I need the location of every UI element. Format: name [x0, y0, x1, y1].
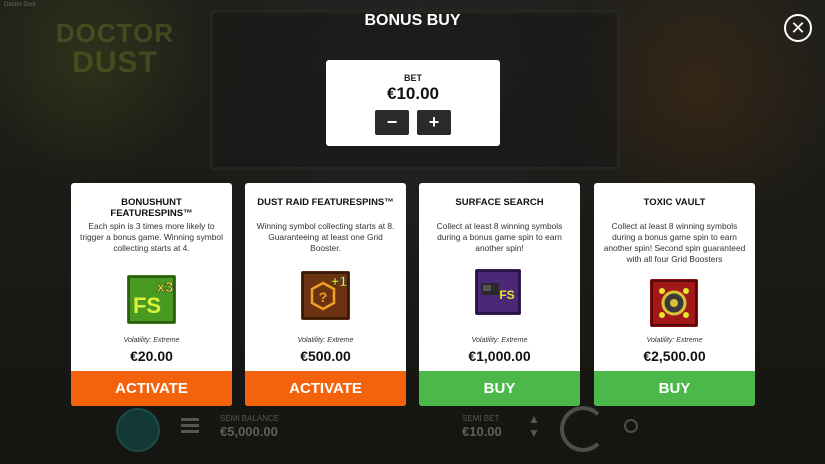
card-price: €500.00 [300, 348, 351, 364]
volatility-label: Volatility: Extreme [646, 337, 703, 344]
close-icon: ✕ [790, 18, 806, 38]
bonus-buy-title: BONUS BUY [364, 12, 461, 29]
bonus-card-bonushunt: BONUSHUNT FEATURESPINS™ Each spin is 3 t… [71, 183, 232, 406]
activate-button[interactable]: ACTIVATE [71, 371, 232, 406]
card-title: DUST RAID FEATURESPINS™ [257, 197, 394, 208]
grid-booster-plus1-icon: ? +1 [301, 271, 350, 320]
icon-text: FS [133, 293, 161, 318]
icon-badge: +1 [331, 273, 347, 289]
icon-text: FS [499, 288, 514, 302]
surface-search-fs-icon: FS [475, 269, 521, 315]
card-price: €1,000.00 [468, 348, 531, 364]
card-description: Winning symbol collecting starts at 8. G… [256, 221, 395, 253]
card-price: €20.00 [130, 348, 173, 364]
bonus-card-surface-search: SURFACE SEARCH Collect at least 8 winnin… [419, 183, 580, 406]
card-price: €2,500.00 [643, 348, 706, 364]
volatility-label: Volatility: Extreme [297, 337, 354, 344]
bet-panel: BET €10.00 − + [326, 60, 500, 146]
card-description: Collect at least 8 winning symbols durin… [436, 221, 563, 253]
buy-button[interactable]: BUY [594, 371, 755, 406]
bet-increase-button[interactable]: + [417, 110, 451, 135]
buy-button[interactable]: BUY [419, 371, 580, 406]
card-title: TOXIC VAULT [643, 197, 706, 208]
volatility-label: Volatility: Extreme [471, 337, 528, 344]
volatility-label: Volatility: Extreme [123, 337, 180, 344]
close-button[interactable]: ✕ [784, 14, 812, 42]
card-description: Collect at least 8 winning symbols durin… [603, 221, 746, 264]
bonus-card-toxic-vault: TOXIC VAULT Collect at least 8 winning s… [594, 183, 755, 406]
card-title: BONUSHUNT FEATURESPINS™ [110, 197, 193, 219]
bet-label: BET [404, 73, 422, 83]
fs-x3-icon: FS x3 [127, 275, 176, 324]
card-title: SURFACE SEARCH [455, 197, 544, 208]
icon-text: ? [319, 289, 328, 305]
activate-button[interactable]: ACTIVATE [245, 371, 406, 406]
toxic-vault-icon [650, 279, 698, 327]
bet-amount: €10.00 [387, 84, 439, 103]
bonus-card-dust-raid: DUST RAID FEATURESPINS™ Winning symbol c… [245, 183, 406, 406]
bet-decrease-button[interactable]: − [375, 110, 409, 135]
card-description: Each spin is 3 times more likely to trig… [80, 221, 223, 253]
icon-badge: x3 [157, 279, 174, 296]
